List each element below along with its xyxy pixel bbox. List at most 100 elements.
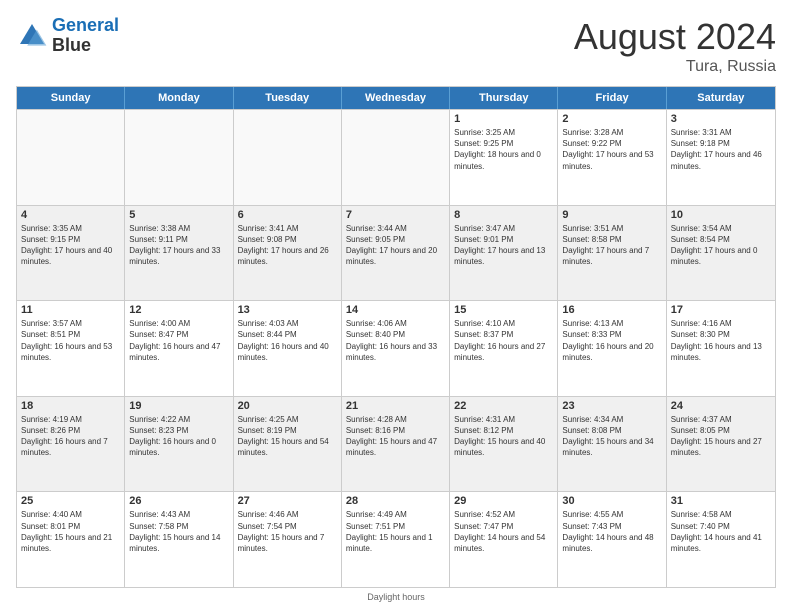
cell-text: Sunrise: 4:52 AMSunset: 7:47 PMDaylight:… bbox=[454, 509, 553, 554]
logo-icon bbox=[16, 20, 48, 52]
week-row-3: 18 Sunrise: 4:19 AMSunset: 8:26 PMDayligh… bbox=[17, 396, 775, 492]
logo-text: General Blue bbox=[52, 16, 119, 56]
week-row-2: 11 Sunrise: 3:57 AMSunset: 8:51 PMDayligh… bbox=[17, 300, 775, 396]
day-number: 10 bbox=[671, 209, 771, 221]
day-number: 16 bbox=[562, 304, 661, 316]
day-number: 24 bbox=[671, 400, 771, 412]
cell-text: Sunrise: 3:41 AMSunset: 9:08 PMDaylight:… bbox=[238, 223, 337, 268]
day-of-week-sunday: Sunday bbox=[17, 87, 125, 109]
cal-cell: 19Sunrise: 4:22 AMSunset: 8:23 PMDayligh… bbox=[125, 397, 233, 492]
day-number: 31 bbox=[671, 495, 771, 507]
day-number: 11 bbox=[21, 304, 120, 316]
cal-cell: 30Sunrise: 4:55 AMSunset: 7:43 PMDayligh… bbox=[558, 492, 666, 587]
day-number: 26 bbox=[129, 495, 228, 507]
cal-cell bbox=[234, 110, 342, 205]
cal-cell: 6Sunrise: 3:41 AMSunset: 9:08 PMDaylight… bbox=[234, 206, 342, 301]
cal-cell: 28 Sunrise: 4:49 AMSunset: 7:51 PMDayligh… bbox=[342, 492, 450, 587]
day-of-week-tuesday: Tuesday bbox=[234, 87, 342, 109]
day-number: 13 bbox=[238, 304, 337, 316]
week-row-1: 4 Sunrise: 3:35 AMSunset: 9:15 PMDaylight… bbox=[17, 205, 775, 301]
day-number: 30 bbox=[562, 495, 661, 507]
cal-cell: 11 Sunrise: 3:57 AMSunset: 8:51 PMDayligh… bbox=[17, 301, 125, 396]
cell-text: Sunrise: 4:22 AMSunset: 8:23 PMDaylight:… bbox=[129, 414, 228, 459]
week-row-0: 1Sunrise: 3:25 AMSunset: 9:25 PMDaylight… bbox=[17, 109, 775, 205]
cal-cell: 16 Sunrise: 4:13 AMSunset: 8:33 PMDayligh… bbox=[558, 301, 666, 396]
day-number: 7 bbox=[346, 209, 445, 221]
cell-text: Sunrise: 3:57 AMSunset: 8:51 PMDaylight:… bbox=[21, 318, 120, 363]
cell-text: Sunrise: 3:54 AMSunset: 8:54 PMDaylight:… bbox=[671, 223, 771, 268]
cal-cell: 31 Sunrise: 4:58 AMSunset: 7:40 PMDayligh… bbox=[667, 492, 775, 587]
cell-text: Sunrise: 4:58 AMSunset: 7:40 PMDaylight:… bbox=[671, 509, 771, 554]
day-number: 3 bbox=[671, 113, 771, 125]
cell-text: Sunrise: 3:35 AMSunset: 9:15 PMDaylight:… bbox=[21, 223, 120, 268]
month-title: August 2024 bbox=[574, 16, 776, 58]
cell-text: Sunrise: 3:31 AMSunset: 9:18 PMDaylight:… bbox=[671, 127, 771, 172]
cell-text: Sunrise: 4:37 AMSunset: 8:05 PMDaylight:… bbox=[671, 414, 771, 459]
day-number: 29 bbox=[454, 495, 553, 507]
header: General Blue August 2024 Tura, Russia bbox=[16, 16, 776, 76]
cell-text: Sunrise: 4:06 AMSunset: 8:40 PMDaylight:… bbox=[346, 318, 445, 363]
cell-text: Sunrise: 3:25 AMSunset: 9:25 PMDaylight:… bbox=[454, 127, 553, 172]
cal-cell: 2Sunrise: 3:28 AMSunset: 9:22 PMDaylight… bbox=[558, 110, 666, 205]
cal-cell: 3 Sunrise: 3:31 AMSunset: 9:18 PMDaylight… bbox=[667, 110, 775, 205]
day-number: 4 bbox=[21, 209, 120, 221]
day-number: 23 bbox=[562, 400, 661, 412]
week-row-4: 25Sunrise: 4:40 AMSunset: 8:01 PMDayligh… bbox=[17, 491, 775, 587]
cal-cell bbox=[17, 110, 125, 205]
cell-text: Sunrise: 4:03 AMSunset: 8:44 PMDaylight:… bbox=[238, 318, 337, 363]
day-number: 18 bbox=[21, 400, 120, 412]
day-number: 17 bbox=[671, 304, 771, 316]
cal-cell: 14 Sunrise: 4:06 AMSunset: 8:40 PMDayligh… bbox=[342, 301, 450, 396]
cal-cell: 29 Sunrise: 4:52 AMSunset: 7:47 PMDayligh… bbox=[450, 492, 558, 587]
day-number: 8 bbox=[454, 209, 553, 221]
cell-text: Sunrise: 4:00 AMSunset: 8:47 PMDaylight:… bbox=[129, 318, 228, 363]
calendar-body: 1Sunrise: 3:25 AMSunset: 9:25 PMDaylight… bbox=[17, 109, 775, 587]
day-of-week-thursday: Thursday bbox=[450, 87, 558, 109]
cell-text: Sunrise: 4:25 AMSunset: 8:19 PMDaylight:… bbox=[238, 414, 337, 459]
cell-text: Sunrise: 4:28 AMSunset: 8:16 PMDaylight:… bbox=[346, 414, 445, 459]
calendar: SundayMondayTuesdayWednesdayThursdayFrid… bbox=[16, 86, 776, 588]
cell-text: Sunrise: 4:46 AMSunset: 7:54 PMDaylight:… bbox=[238, 509, 337, 554]
cal-cell: 12 Sunrise: 4:00 AMSunset: 8:47 PMDayligh… bbox=[125, 301, 233, 396]
cal-cell: 25Sunrise: 4:40 AMSunset: 8:01 PMDayligh… bbox=[17, 492, 125, 587]
cal-cell: 8Sunrise: 3:47 AMSunset: 9:01 PMDaylight… bbox=[450, 206, 558, 301]
location: Tura, Russia bbox=[574, 58, 776, 76]
cal-cell: 10 Sunrise: 3:54 AMSunset: 8:54 PMDayligh… bbox=[667, 206, 775, 301]
cal-cell: 1Sunrise: 3:25 AMSunset: 9:25 PMDaylight… bbox=[450, 110, 558, 205]
cell-text: Sunrise: 4:16 AMSunset: 8:30 PMDaylight:… bbox=[671, 318, 771, 363]
cal-cell: 26 Sunrise: 4:43 AMSunset: 7:58 PMDayligh… bbox=[125, 492, 233, 587]
day-of-week-saturday: Saturday bbox=[667, 87, 775, 109]
cal-cell: 18 Sunrise: 4:19 AMSunset: 8:26 PMDayligh… bbox=[17, 397, 125, 492]
cal-cell: 17 Sunrise: 4:16 AMSunset: 8:30 PMDayligh… bbox=[667, 301, 775, 396]
cell-text: Sunrise: 4:31 AMSunset: 8:12 PMDaylight:… bbox=[454, 414, 553, 459]
cell-text: Sunrise: 4:43 AMSunset: 7:58 PMDaylight:… bbox=[129, 509, 228, 554]
title-block: August 2024 Tura, Russia bbox=[574, 16, 776, 76]
cell-text: Sunrise: 4:13 AMSunset: 8:33 PMDaylight:… bbox=[562, 318, 661, 363]
footer-note: Daylight hours bbox=[16, 592, 776, 602]
day-of-week-wednesday: Wednesday bbox=[342, 87, 450, 109]
logo: General Blue bbox=[16, 16, 119, 56]
day-number: 5 bbox=[129, 209, 228, 221]
cell-text: Sunrise: 4:49 AMSunset: 7:51 PMDaylight:… bbox=[346, 509, 445, 554]
cell-text: Sunrise: 4:19 AMSunset: 8:26 PMDaylight:… bbox=[21, 414, 120, 459]
cell-text: Sunrise: 3:38 AMSunset: 9:11 PMDaylight:… bbox=[129, 223, 228, 268]
cell-text: Sunrise: 3:28 AMSunset: 9:22 PMDaylight:… bbox=[562, 127, 661, 172]
cal-cell: 9Sunrise: 3:51 AMSunset: 8:58 PMDaylight… bbox=[558, 206, 666, 301]
cell-text: Sunrise: 3:51 AMSunset: 8:58 PMDaylight:… bbox=[562, 223, 661, 268]
cal-cell bbox=[342, 110, 450, 205]
cal-cell: 22Sunrise: 4:31 AMSunset: 8:12 PMDayligh… bbox=[450, 397, 558, 492]
page: General Blue August 2024 Tura, Russia Su… bbox=[0, 0, 792, 612]
cal-cell: 7 Sunrise: 3:44 AMSunset: 9:05 PMDaylight… bbox=[342, 206, 450, 301]
cal-cell: 15Sunrise: 4:10 AMSunset: 8:37 PMDayligh… bbox=[450, 301, 558, 396]
day-of-week-monday: Monday bbox=[125, 87, 233, 109]
cal-cell: 21Sunrise: 4:28 AMSunset: 8:16 PMDayligh… bbox=[342, 397, 450, 492]
cal-cell bbox=[125, 110, 233, 205]
day-number: 14 bbox=[346, 304, 445, 316]
day-number: 20 bbox=[238, 400, 337, 412]
day-number: 15 bbox=[454, 304, 553, 316]
cal-cell: 23Sunrise: 4:34 AMSunset: 8:08 PMDayligh… bbox=[558, 397, 666, 492]
day-number: 12 bbox=[129, 304, 228, 316]
day-number: 28 bbox=[346, 495, 445, 507]
day-number: 27 bbox=[238, 495, 337, 507]
cell-text: Sunrise: 3:44 AMSunset: 9:05 PMDaylight:… bbox=[346, 223, 445, 268]
